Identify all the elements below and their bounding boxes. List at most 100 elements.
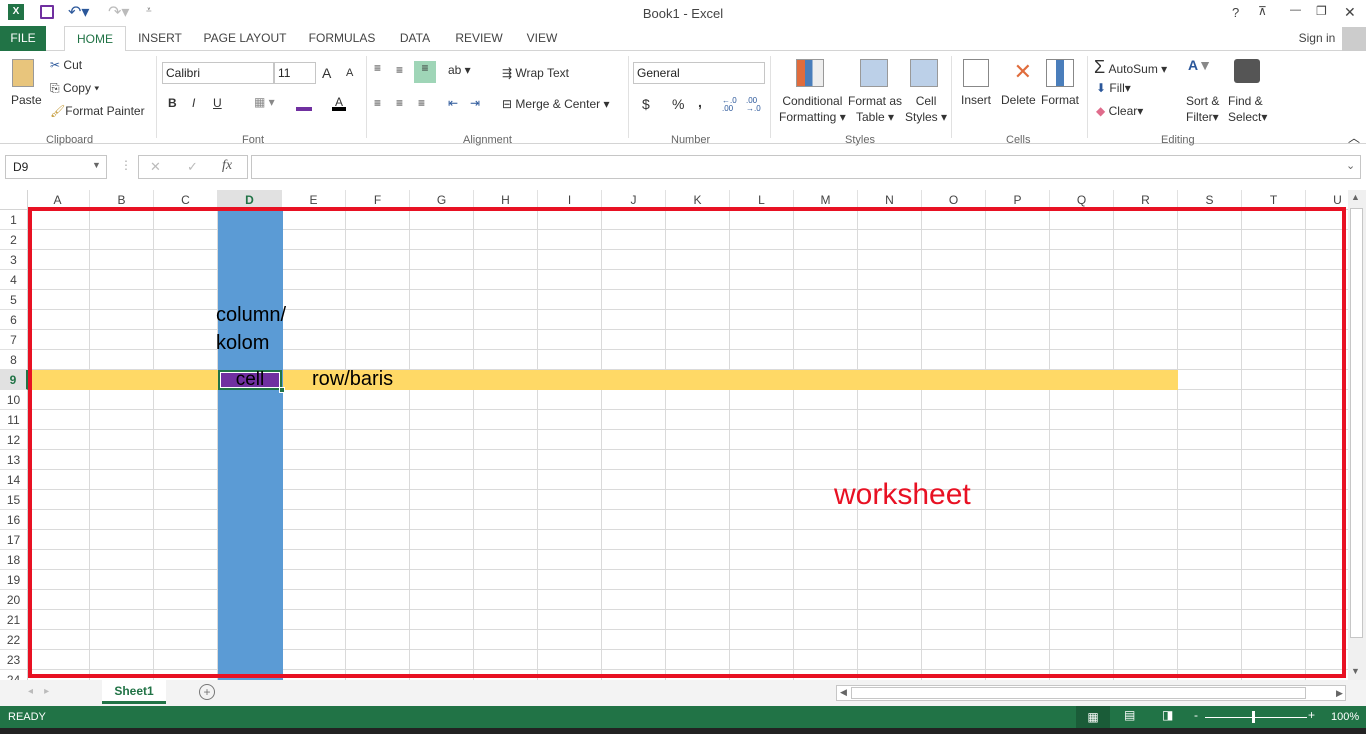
row-header-21[interactable]: 21 bbox=[0, 610, 28, 630]
format-painter-button[interactable]: 🖌Format Painter bbox=[50, 104, 145, 118]
bold-button[interactable]: B bbox=[168, 96, 177, 110]
format-as-table-button[interactable]: Format as Table ▾ bbox=[848, 93, 902, 125]
row-header-15[interactable]: 15 bbox=[0, 490, 28, 510]
font-color-button[interactable]: A bbox=[332, 95, 346, 111]
row-header-6[interactable]: 6 bbox=[0, 310, 28, 330]
underline-button[interactable]: U bbox=[213, 96, 222, 110]
scroll-down-icon[interactable]: ▼ bbox=[1351, 666, 1360, 676]
page-layout-view-button[interactable]: ▤ bbox=[1124, 708, 1135, 722]
grow-font-button[interactable]: A bbox=[322, 65, 331, 81]
zoom-out-button[interactable]: - bbox=[1194, 708, 1198, 722]
tab-file[interactable]: FILE bbox=[0, 26, 46, 51]
currency-button[interactable]: $ bbox=[642, 96, 650, 112]
ribbon-display-button[interactable]: ⊼ bbox=[1258, 4, 1267, 18]
row-header-10[interactable]: 10 bbox=[0, 390, 28, 410]
merge-center-button[interactable]: ⊟ Merge & Center ▾ bbox=[502, 97, 609, 111]
row-header-2[interactable]: 2 bbox=[0, 230, 28, 250]
row-header-23[interactable]: 23 bbox=[0, 650, 28, 670]
formula-input[interactable] bbox=[251, 155, 1361, 179]
help-button[interactable]: ? bbox=[1232, 5, 1239, 20]
horizontal-scrollbar[interactable]: ◀ bbox=[836, 685, 1346, 701]
formula-bar-options-icon[interactable]: ⋮ bbox=[120, 158, 132, 172]
restore-button[interactable]: ❐ bbox=[1316, 4, 1327, 18]
tab-insert[interactable]: INSERT bbox=[132, 26, 188, 51]
sign-in-link[interactable]: Sign in bbox=[1294, 26, 1340, 51]
middle-align-button[interactable]: ≡ bbox=[396, 63, 403, 77]
tab-home[interactable]: HOME bbox=[64, 26, 126, 52]
row-header-14[interactable]: 14 bbox=[0, 470, 28, 490]
row-header-1[interactable]: 1 bbox=[0, 210, 28, 230]
row-header-13[interactable]: 13 bbox=[0, 450, 28, 470]
scroll-up-icon[interactable]: ▲ bbox=[1351, 192, 1360, 202]
row-header-22[interactable]: 22 bbox=[0, 630, 28, 650]
paste-button[interactable]: Paste bbox=[11, 93, 42, 107]
delete-cells-button[interactable]: Delete bbox=[1001, 93, 1036, 107]
scroll-right-icon[interactable]: ▶ bbox=[1336, 688, 1343, 699]
zoom-slider-thumb[interactable] bbox=[1252, 711, 1255, 723]
find-select-button[interactable]: Find & Select▾ bbox=[1228, 93, 1267, 125]
tab-page-layout[interactable]: PAGE LAYOUT bbox=[198, 26, 292, 51]
font-name-select[interactable]: Calibri bbox=[162, 62, 274, 84]
tab-formulas[interactable]: FORMULAS bbox=[302, 26, 382, 51]
cancel-button[interactable]: ✕ bbox=[150, 159, 161, 175]
zoom-slider[interactable] bbox=[1205, 717, 1307, 718]
sheet-tab-sheet1[interactable]: Sheet1 bbox=[102, 680, 166, 704]
row-header-7[interactable]: 7 bbox=[0, 330, 28, 350]
horizontal-scroll-thumb[interactable] bbox=[851, 687, 1306, 699]
normal-view-button[interactable]: ▦ bbox=[1076, 706, 1110, 728]
zoom-in-button[interactable]: + bbox=[1308, 708, 1315, 722]
name-box-dropdown-icon[interactable]: ▼ bbox=[92, 160, 101, 170]
sort-filter-button[interactable]: Sort & Filter▾ bbox=[1186, 93, 1219, 125]
row-header-19[interactable]: 19 bbox=[0, 570, 28, 590]
font-size-select[interactable]: 11 bbox=[274, 62, 316, 84]
close-button[interactable]: ✕ bbox=[1344, 4, 1356, 21]
page-break-view-button[interactable]: ◨ bbox=[1162, 708, 1173, 722]
copy-button[interactable]: ⎘ Copy ▾ bbox=[50, 81, 99, 96]
italic-button[interactable]: I bbox=[192, 96, 195, 110]
enter-button[interactable]: ✓ bbox=[187, 159, 198, 175]
vertical-scrollbar[interactable]: ▲ ▼ bbox=[1348, 190, 1366, 680]
scroll-left-icon[interactable]: ◀ bbox=[840, 687, 847, 698]
zoom-level[interactable]: 100% bbox=[1331, 711, 1359, 723]
conditional-formatting-button[interactable]: Conditional Formatting ▾ bbox=[779, 93, 846, 125]
row-header-5[interactable]: 5 bbox=[0, 290, 28, 310]
align-left-button[interactable]: ≡ bbox=[374, 96, 381, 110]
cell-styles-button[interactable]: Cell Styles ▾ bbox=[905, 93, 947, 125]
row-header-3[interactable]: 3 bbox=[0, 250, 28, 270]
orientation-button[interactable]: ab ▾ bbox=[448, 63, 471, 77]
minimize-button[interactable]: — bbox=[1290, 4, 1301, 16]
row-header-4[interactable]: 4 bbox=[0, 270, 28, 290]
decrease-indent-button[interactable]: ⇤ bbox=[448, 96, 458, 110]
align-center-button[interactable]: ≡ bbox=[396, 96, 403, 110]
borders-button[interactable]: ▦ ▾ bbox=[254, 95, 275, 109]
tab-data[interactable]: DATA bbox=[392, 26, 438, 51]
decrease-decimal-button[interactable]: .00 →.0 bbox=[746, 97, 762, 113]
tab-review[interactable]: REVIEW bbox=[448, 26, 510, 51]
row-header-12[interactable]: 12 bbox=[0, 430, 28, 450]
increase-indent-button[interactable]: ⇥ bbox=[470, 96, 480, 110]
prev-sheet-icon[interactable]: ◂ ▸ bbox=[28, 686, 49, 697]
shrink-font-button[interactable]: A bbox=[346, 67, 353, 79]
bottom-align-button[interactable]: ≡ bbox=[414, 61, 436, 83]
user-avatar-icon[interactable] bbox=[1342, 27, 1366, 51]
row-header-24[interactable]: 24 bbox=[0, 670, 28, 680]
format-cells-button[interactable]: Format bbox=[1041, 93, 1079, 107]
percent-button[interactable]: % bbox=[672, 96, 684, 112]
fill-button[interactable]: ⬇ Fill▾ bbox=[1096, 81, 1131, 95]
comma-button[interactable]: , bbox=[698, 94, 702, 110]
align-right-button[interactable]: ≡ bbox=[418, 96, 425, 110]
row-header-16[interactable]: 16 bbox=[0, 510, 28, 530]
number-format-select[interactable]: General bbox=[633, 62, 765, 84]
cut-button[interactable]: ✂ Cut bbox=[50, 58, 82, 72]
expand-formula-bar-icon[interactable]: ⌄ bbox=[1346, 159, 1355, 172]
fill-color-button[interactable] bbox=[296, 95, 312, 111]
tab-view[interactable]: VIEW bbox=[520, 26, 564, 51]
wrap-text-button[interactable]: ⇶ Wrap Text bbox=[502, 66, 569, 80]
scroll-thumb[interactable] bbox=[1350, 208, 1363, 638]
autosum-button[interactable]: Σ AutoSum ▾ bbox=[1094, 57, 1167, 78]
collapse-ribbon-button[interactable]: ︿ bbox=[1348, 129, 1360, 146]
row-header-11[interactable]: 11 bbox=[0, 410, 28, 430]
top-align-button[interactable]: ≡ bbox=[374, 61, 381, 75]
insert-cells-button[interactable]: Insert bbox=[961, 93, 991, 107]
row-header-9[interactable]: 9 bbox=[0, 370, 28, 390]
